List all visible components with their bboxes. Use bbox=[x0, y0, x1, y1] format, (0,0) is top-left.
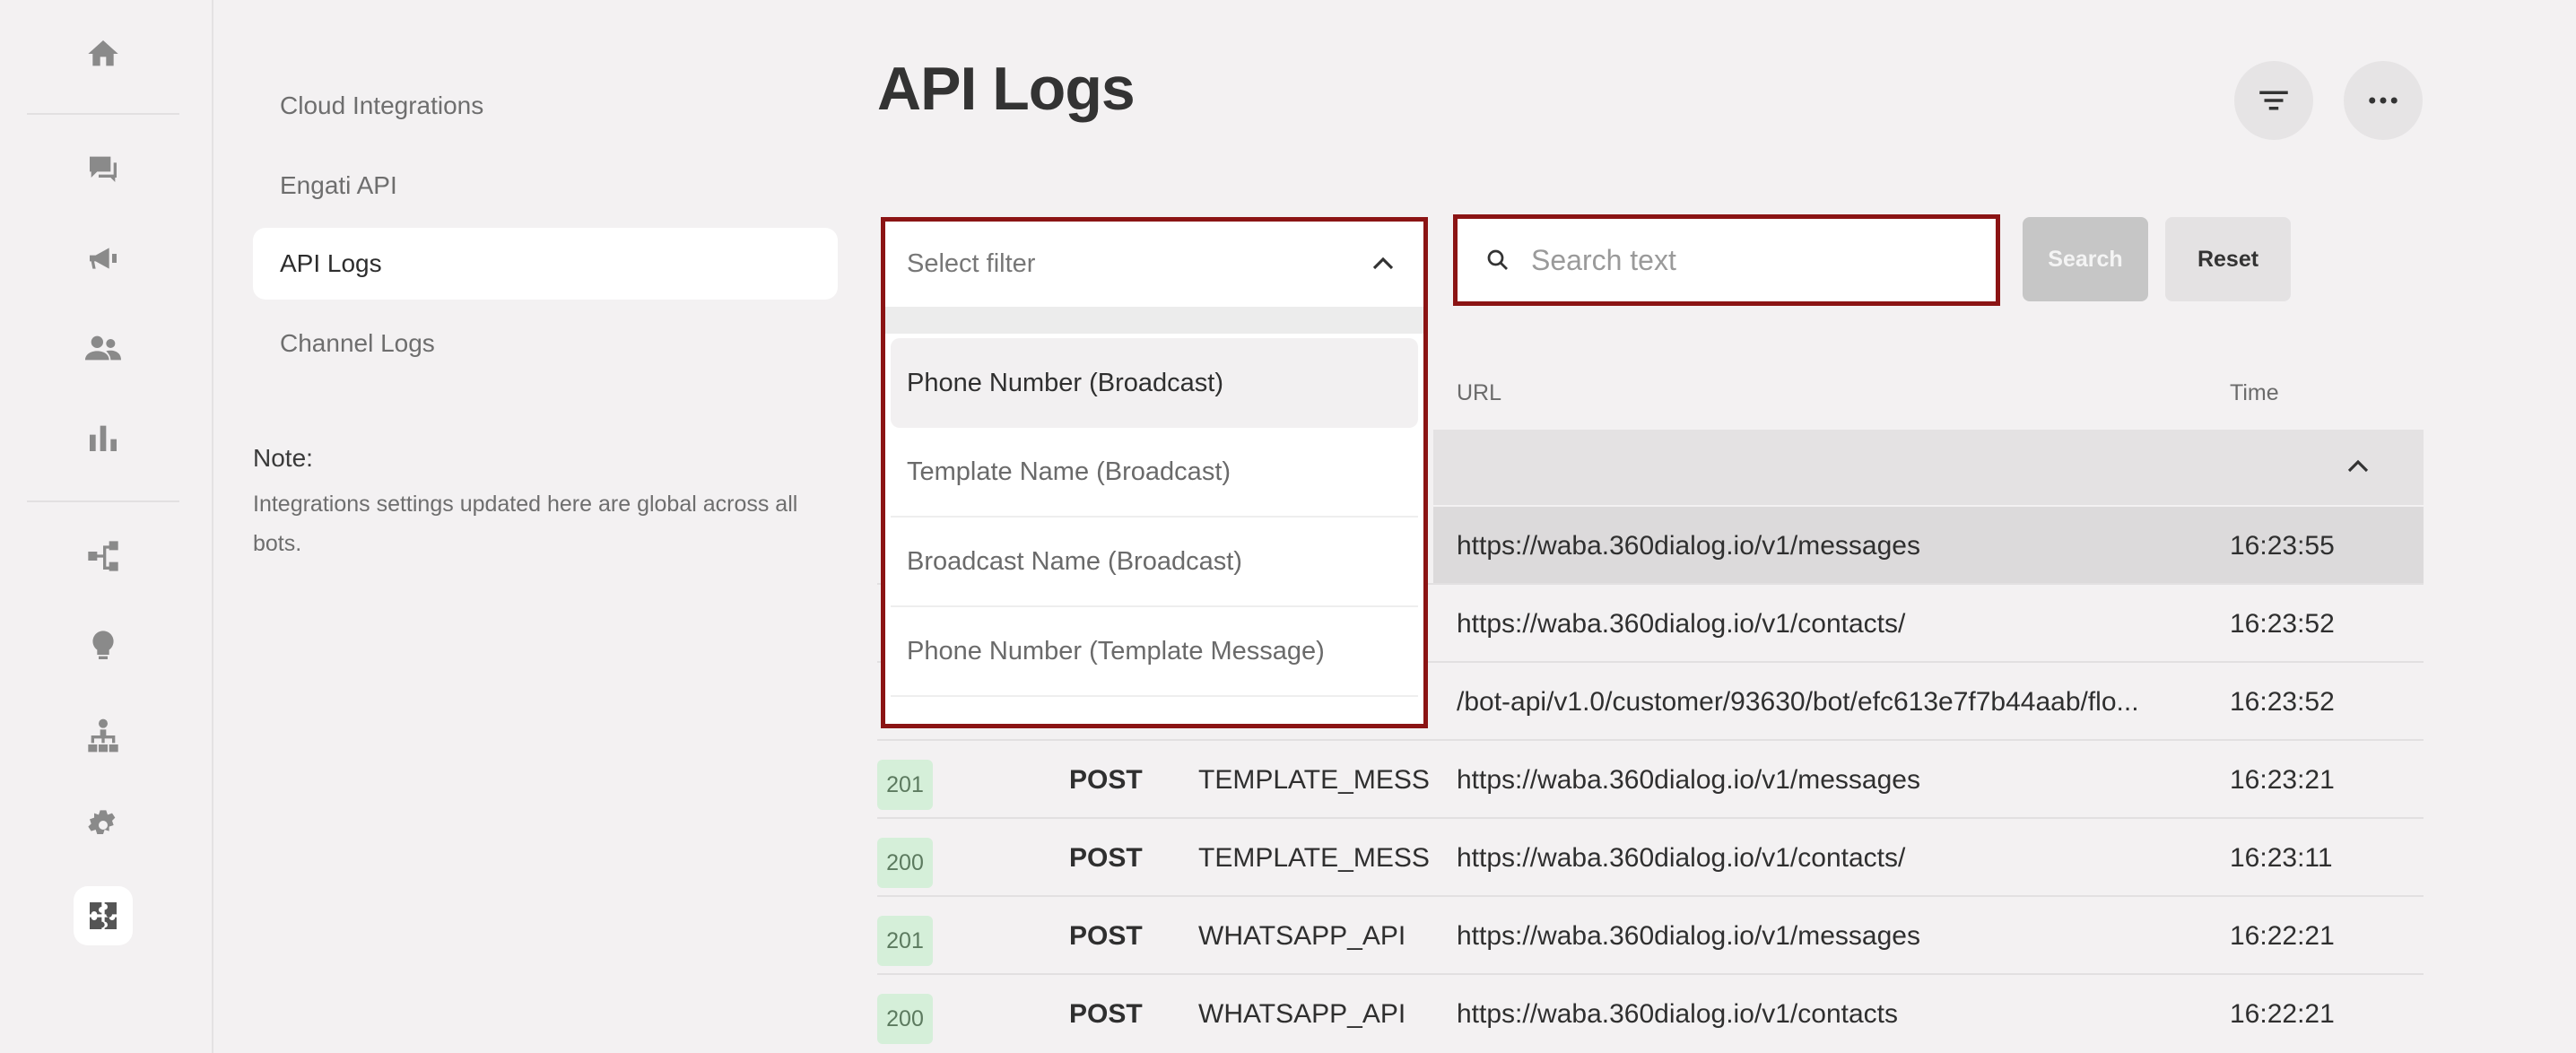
search-icon bbox=[1487, 249, 1508, 270]
chevron-up-icon[interactable] bbox=[1368, 250, 1398, 277]
row-time: 16:23:21 bbox=[2230, 764, 2335, 795]
row-time: 16:23:52 bbox=[2230, 686, 2335, 717]
row-url: /bot-api/v1.0/customer/93630/bot/efc613e… bbox=[1457, 686, 2139, 717]
search-button[interactable]: Search bbox=[2023, 217, 2148, 301]
row-method: POST bbox=[1069, 998, 1143, 1029]
table-row[interactable]: 201 POST WHATSAPP_API https://waba.360di… bbox=[877, 897, 2424, 975]
row-type: TEMPLATE_MESS... bbox=[1198, 842, 1432, 873]
rail-divider bbox=[27, 500, 179, 502]
subnav-item-channel-logs[interactable]: Channel Logs bbox=[253, 308, 838, 379]
row-method: POST bbox=[1069, 764, 1143, 795]
home-icon[interactable] bbox=[76, 27, 130, 81]
more-options-button[interactable] bbox=[2344, 61, 2423, 140]
row-type: WHATSAPP_API bbox=[1198, 920, 1406, 951]
row-time: 16:23:52 bbox=[2230, 608, 2335, 639]
row-time: 16:22:21 bbox=[2230, 920, 2335, 951]
note-title: Note: bbox=[253, 444, 313, 472]
column-header-url: URL bbox=[1457, 380, 1502, 405]
table-row[interactable]: 200 POST TEMPLATE_MESS... https://waba.3… bbox=[877, 819, 2424, 897]
row-url: https://waba.360dialog.io/v1/messages bbox=[1457, 530, 1920, 561]
row-url: https://waba.360dialog.io/v1/contacts/ bbox=[1457, 842, 1906, 873]
subnav-item-api-logs[interactable]: API Logs bbox=[253, 228, 838, 300]
status-badge: 201 bbox=[877, 916, 933, 966]
log-group-header[interactable] bbox=[1433, 430, 2424, 505]
status-badge: 200 bbox=[877, 838, 933, 888]
search-input[interactable] bbox=[1529, 242, 1963, 278]
lightbulb-icon[interactable] bbox=[76, 619, 130, 673]
filter-option-phone-broadcast[interactable]: Phone Number (Broadcast) bbox=[891, 338, 1418, 428]
subnav-item-cloud-integrations[interactable]: Cloud Integrations bbox=[253, 70, 838, 142]
megaphone-icon[interactable] bbox=[76, 231, 130, 285]
icon-rail bbox=[0, 0, 213, 1053]
row-url: https://waba.360dialog.io/v1/contacts bbox=[1457, 998, 1898, 1029]
more-dots-icon bbox=[2369, 97, 2398, 104]
integrations-icon[interactable] bbox=[74, 886, 133, 945]
filter-lines-icon bbox=[2259, 91, 2288, 110]
filter-option-phone-template[interactable]: Phone Number (Template Message) bbox=[891, 607, 1418, 697]
hierarchy-icon[interactable] bbox=[76, 709, 130, 762]
row-type: WHATSAPP_API bbox=[1198, 998, 1406, 1029]
filter-option-broadcast-name[interactable]: Broadcast Name (Broadcast) bbox=[891, 518, 1418, 607]
row-url: https://waba.360dialog.io/v1/contacts/ bbox=[1457, 608, 1906, 639]
chat-icon[interactable] bbox=[76, 142, 130, 196]
row-time: 16:23:11 bbox=[2230, 842, 2333, 873]
rail-divider bbox=[27, 113, 179, 115]
note-text: Integrations settings updated here are g… bbox=[253, 492, 798, 556]
table-row[interactable]: 201 POST TEMPLATE_MESS... https://waba.3… bbox=[877, 741, 2424, 819]
status-badge: 201 bbox=[877, 760, 933, 810]
row-method: POST bbox=[1069, 920, 1143, 951]
row-time: 16:22:21 bbox=[2230, 998, 2335, 1029]
gear-icon[interactable] bbox=[76, 798, 130, 852]
row-method: POST bbox=[1069, 842, 1143, 873]
chevron-up-icon[interactable] bbox=[2343, 453, 2373, 480]
reset-button[interactable]: Reset bbox=[2165, 217, 2291, 301]
filter-select[interactable]: Select filter Phone Number (Broadcast) T… bbox=[881, 217, 1428, 728]
column-header-time: Time bbox=[2230, 380, 2279, 405]
flow-icon[interactable] bbox=[76, 529, 130, 583]
page-title: API Logs bbox=[877, 55, 1136, 123]
row-type: TEMPLATE_MESS... bbox=[1198, 764, 1432, 795]
dropdown-separator bbox=[885, 307, 1423, 334]
status-badge: 200 bbox=[877, 994, 933, 1044]
subnav-item-engati-api[interactable]: Engati API bbox=[253, 150, 838, 222]
row-url: https://waba.360dialog.io/v1/messages bbox=[1457, 920, 1920, 951]
users-icon[interactable] bbox=[76, 321, 130, 375]
bar-chart-icon[interactable] bbox=[76, 411, 130, 465]
filter-select-placeholder[interactable]: Select filter bbox=[885, 222, 1423, 307]
row-url: https://waba.360dialog.io/v1/messages bbox=[1457, 764, 1920, 795]
filter-button[interactable] bbox=[2234, 61, 2313, 140]
search-field[interactable] bbox=[1453, 214, 2000, 306]
filter-option-template-broadcast[interactable]: Template Name (Broadcast) bbox=[891, 428, 1418, 518]
row-time: 16:23:55 bbox=[2230, 530, 2335, 561]
table-row[interactable]: 200 POST WHATSAPP_API https://waba.360di… bbox=[877, 975, 2424, 1053]
